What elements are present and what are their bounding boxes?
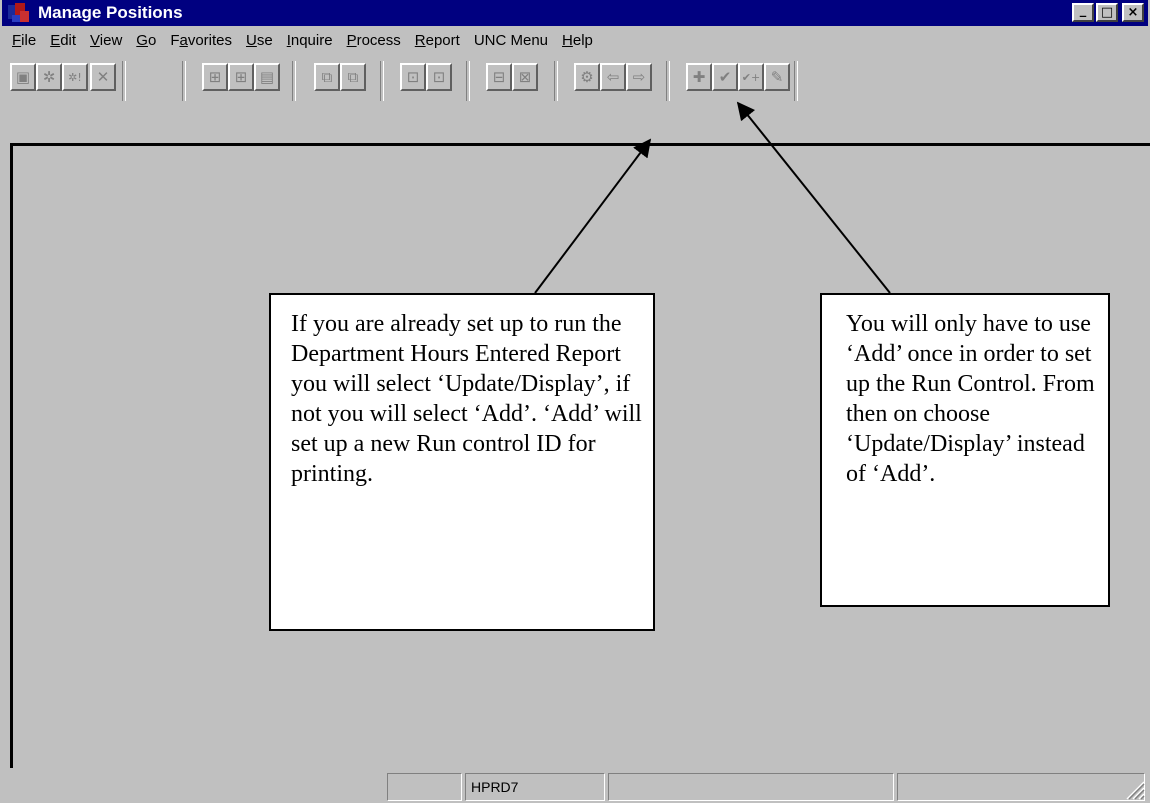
callout-left-text: If you are already set up to run the Dep… — [291, 311, 642, 487]
callout-left: If you are already set up to run the Dep… — [269, 293, 655, 631]
arrow-to-add — [736, 101, 891, 294]
arrow-to-update-display — [534, 138, 652, 294]
callout-right: You will only have to use ‘Add’ once in … — [820, 293, 1110, 607]
application-window: Manage Positions _ □ × File Edit View Go Fav… — [0, 0, 1150, 803]
callout-right-text: You will only have to use ‘Add’ once in … — [846, 311, 1095, 487]
